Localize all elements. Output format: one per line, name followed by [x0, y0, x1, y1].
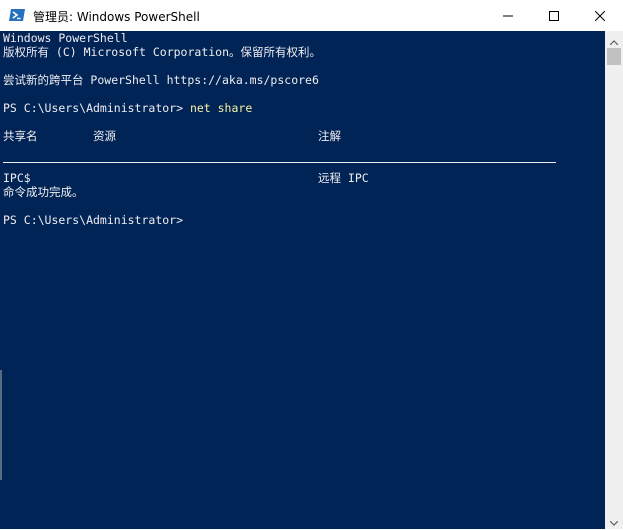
row-share-name: IPC$ — [3, 171, 31, 185]
powershell-icon[interactable] — [9, 7, 25, 23]
header-divider — [3, 162, 556, 163]
window-edge — [0, 370, 2, 480]
chevron-down-icon — [609, 511, 619, 530]
prompt: PS C:\Users\Administrator> — [3, 101, 190, 115]
copyright-line: 版权所有 (C) Microsoft Corporation。保留所有权利。 — [3, 45, 322, 59]
pscore-hint-line: 尝试新的跨平台 PowerShell https://aka.ms/pscore… — [3, 73, 319, 87]
minimize-icon — [503, 6, 513, 25]
chevron-up-icon — [609, 30, 619, 49]
powershell-window: 管理员: Windows PowerShell Windows PowerShe… — [0, 0, 623, 529]
scroll-up-button[interactable] — [605, 31, 623, 48]
header-remark: 注解 — [318, 129, 341, 143]
banner-line: Windows PowerShell — [3, 31, 128, 45]
close-icon — [594, 6, 606, 25]
row-remark: 远程 IPC — [318, 171, 369, 185]
window-title: 管理员: Windows PowerShell — [33, 10, 200, 24]
minimize-button[interactable] — [485, 0, 531, 31]
completion-message: 命令成功完成。 — [3, 185, 84, 199]
prompt-line-current: PS C:\Users\Administrator> — [3, 213, 184, 227]
title-bar[interactable]: 管理员: Windows PowerShell — [0, 0, 623, 31]
scroll-thumb[interactable] — [607, 48, 621, 65]
header-resource: 资源 — [93, 129, 116, 143]
maximize-button[interactable] — [531, 0, 577, 31]
vertical-scrollbar[interactable] — [605, 31, 623, 529]
maximize-icon — [549, 6, 559, 25]
prompt-line: PS C:\Users\Administrator> net share — [3, 101, 252, 115]
close-button[interactable] — [577, 0, 623, 31]
header-share-name: 共享名 — [3, 129, 38, 143]
console-output[interactable]: Windows PowerShell 版权所有 (C) Microsoft Co… — [0, 31, 605, 529]
scroll-down-button[interactable] — [605, 512, 623, 529]
command-text: net share — [189, 101, 253, 115]
